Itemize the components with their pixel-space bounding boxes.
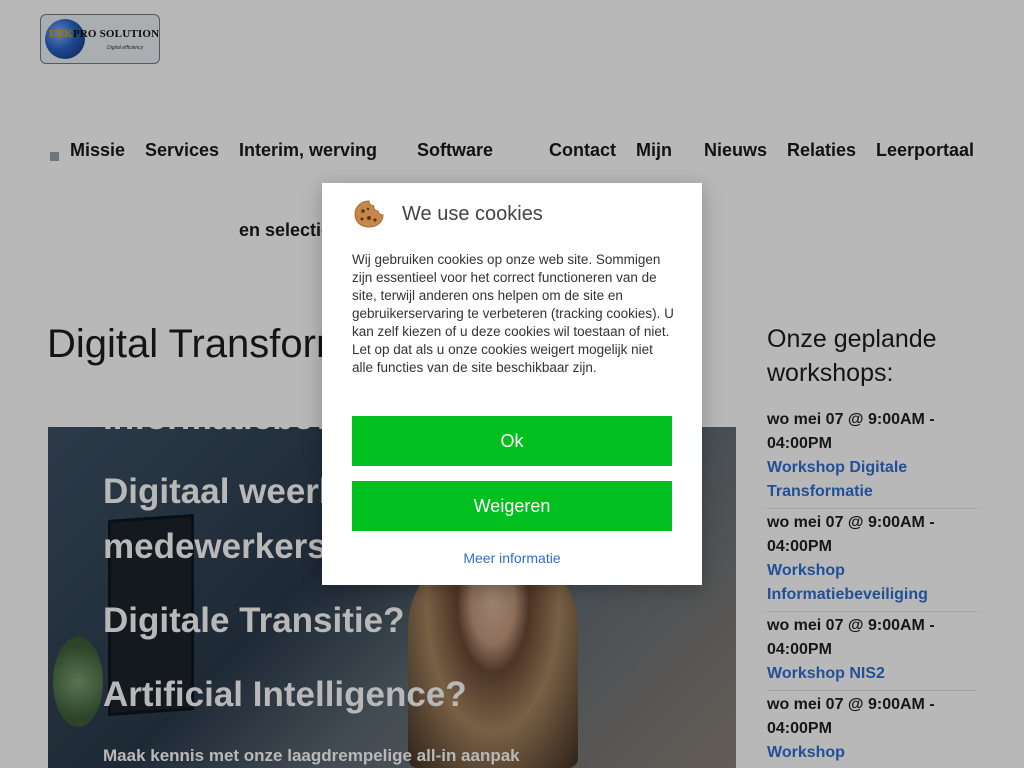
more-info-link[interactable]: Meer informatie <box>322 550 702 566</box>
cookie-icon <box>354 200 384 228</box>
refuse-cookies-button[interactable]: Weigeren <box>352 481 672 531</box>
cookie-consent-dialog: We use cookies Wij gebruiken cookies op … <box>322 183 702 585</box>
modal-body-text: Wij gebruiken cookies op onze web site. … <box>352 252 674 375</box>
modal-title: We use cookies <box>402 203 543 225</box>
accept-cookies-button[interactable]: Ok <box>352 416 672 466</box>
